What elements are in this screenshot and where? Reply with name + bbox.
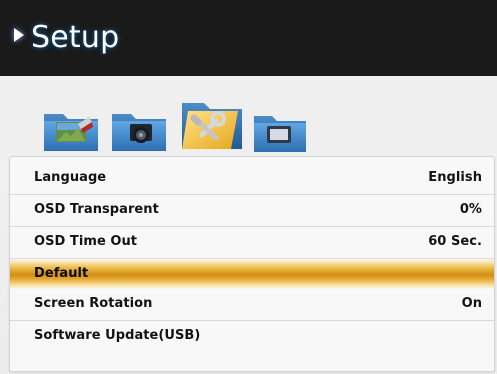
display-folder-icon[interactable] [250,106,310,155]
menu-item-label: Language [34,170,107,185]
menu-item-label: Screen Rotation [34,296,153,311]
setup-header: Setup [0,0,497,77]
page-title: Setup [31,20,120,55]
menu-item-osd-transparent[interactable]: OSD Transparent 0% [10,195,494,227]
menu-item-value: English [428,170,482,185]
picture-folder-icon[interactable] [40,104,102,154]
menu-item-label: Default [34,266,89,281]
camera-folder-icon[interactable] [108,104,170,154]
menu-item-label: OSD Transparent [34,202,159,217]
menu-item-osd-time-out[interactable]: OSD Time Out 60 Sec. [10,227,494,259]
menu-item-software-update-usb[interactable]: Software Update(USB) [10,321,494,353]
menu-item-value: 0% [459,202,482,217]
menu-item-language[interactable]: Language English [10,163,494,195]
tools-folder-icon[interactable] [176,91,246,155]
setup-menu-panel: Language English OSD Transparent 0% OSD … [9,156,495,372]
menu-item-value: 60 Sec. [428,234,482,249]
menu-item-default[interactable]: Default [10,259,494,289]
menu-item-screen-rotation[interactable]: Screen Rotation On [10,289,494,321]
title-arrow-icon [14,28,24,42]
menu-item-value: On [461,296,482,311]
menu-item-label: OSD Time Out [34,234,138,249]
setup-screen: Setup Language English OSD Transparent 0… [0,0,497,374]
menu-item-label: Software Update(USB) [34,328,201,343]
